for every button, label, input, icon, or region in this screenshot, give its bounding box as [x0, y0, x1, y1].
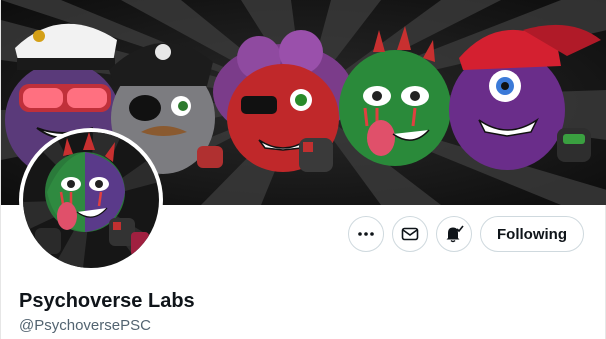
- display-name: Psychoverse Labs: [19, 290, 195, 312]
- message-button[interactable]: [392, 216, 429, 252]
- profile-header: Following Psychoverse Labs @PsychoverseP…: [0, 0, 606, 339]
- ellipsis-icon: [358, 232, 374, 236]
- avatar-image: [23, 132, 159, 268]
- following-button[interactable]: Following: [480, 216, 584, 252]
- profile-avatar[interactable]: [19, 128, 163, 272]
- profile-actions: Following: [348, 216, 584, 252]
- envelope-icon: [401, 227, 419, 241]
- user-handle: @PsychoversePSC: [19, 317, 151, 334]
- more-button[interactable]: [348, 216, 385, 252]
- bell-check-icon: [446, 225, 464, 243]
- notifications-button[interactable]: [436, 216, 473, 252]
